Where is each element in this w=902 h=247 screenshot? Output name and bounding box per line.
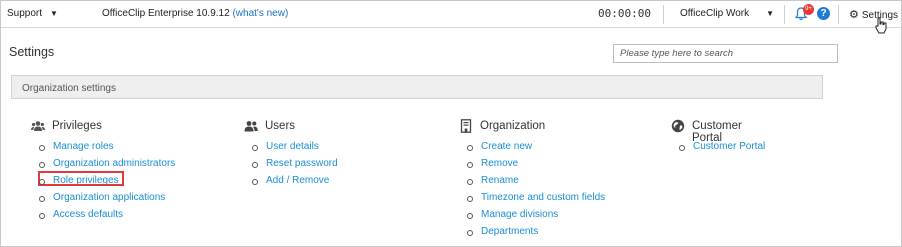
bullet: [467, 162, 473, 168]
globe-icon: [671, 119, 685, 133]
bullet: [679, 145, 685, 151]
app-window: Support ▼ OfficeClip Enterprise 10.9.12 (…: [0, 0, 902, 247]
bullet: [467, 213, 473, 219]
user-details-link[interactable]: User details: [266, 141, 319, 152]
page-title: Settings: [9, 45, 55, 59]
list-item[interactable]: Departments: [467, 226, 605, 243]
users-title: Users: [265, 120, 296, 132]
remove-link[interactable]: Remove: [481, 158, 518, 169]
organization-title: Organization: [480, 120, 546, 132]
users-group-icon: [31, 121, 45, 131]
divider: [784, 5, 785, 24]
access-defaults-link[interactable]: Access defaults: [53, 209, 123, 220]
product-name: OfficeClip Enterprise 10.9.12: [102, 8, 230, 19]
caret-down-icon: ▼: [766, 9, 774, 18]
timezone-custom-fields-link[interactable]: Timezone and custom fields: [481, 192, 605, 203]
bullet: [252, 145, 258, 151]
organization-applications-link[interactable]: Organization applications: [53, 192, 165, 203]
bullet: [39, 179, 45, 185]
divider: [838, 5, 839, 24]
list-item[interactable]: Customer Portal: [679, 141, 765, 158]
clock-display: 00:00:00: [598, 7, 651, 20]
manage-roles-link[interactable]: Manage roles: [53, 141, 114, 152]
manage-divisions-link[interactable]: Manage divisions: [481, 209, 558, 220]
gear-icon: ⚙: [849, 9, 859, 21]
bullet: [467, 196, 473, 202]
product-info: OfficeClip Enterprise 10.9.12 (what's ne…: [102, 8, 288, 19]
bullet: [467, 145, 473, 151]
bullet: [39, 213, 45, 219]
workspace-label: OfficeClip Work: [680, 8, 750, 19]
list-item[interactable]: Access defaults: [39, 209, 175, 226]
bullet: [39, 196, 45, 202]
organization-list: Create new Remove Rename Timezone and cu…: [467, 141, 605, 243]
reset-password-link[interactable]: Reset password: [266, 158, 338, 169]
caret-down-icon: ▼: [50, 9, 58, 18]
users-icon: [244, 121, 258, 132]
top-bar: Support ▼ OfficeClip Enterprise 10.9.12 (…: [1, 1, 901, 34]
bullet: [252, 162, 258, 168]
bullet: [39, 145, 45, 151]
highlight-box: [38, 171, 124, 186]
workspace-selector[interactable]: OfficeClip Work ▼: [680, 8, 774, 19]
customer-portal-link[interactable]: Customer Portal: [693, 141, 765, 152]
list-item[interactable]: Manage divisions: [467, 209, 605, 226]
list-item[interactable]: Reset password: [252, 158, 338, 175]
whats-new-link[interactable]: (what's new): [232, 8, 288, 19]
help-icon[interactable]: ?: [817, 7, 830, 20]
list-item[interactable]: Organization applications: [39, 192, 175, 209]
list-item[interactable]: Manage roles: [39, 141, 175, 158]
list-item[interactable]: Rename: [467, 175, 605, 192]
list-item[interactable]: Add / Remove: [252, 175, 338, 192]
organization-settings-bar: Organization settings: [11, 75, 823, 99]
privileges-list: Manage roles Organization administrators…: [38, 141, 175, 226]
support-menu[interactable]: Support ▼: [7, 8, 58, 19]
add-remove-link[interactable]: Add / Remove: [266, 175, 329, 186]
list-item[interactable]: Remove: [467, 158, 605, 175]
organization-administrators-link[interactable]: Organization administrators: [53, 158, 175, 169]
create-new-link[interactable]: Create new: [481, 141, 532, 152]
building-icon: [460, 119, 472, 133]
privileges-title: Privileges: [52, 120, 102, 132]
rename-link[interactable]: Rename: [481, 175, 519, 186]
support-label: Support: [7, 8, 43, 19]
bullet: [39, 162, 45, 168]
list-item[interactable]: User details: [252, 141, 338, 158]
list-item[interactable]: Timezone and custom fields: [467, 192, 605, 209]
list-item[interactable]: Create new: [467, 141, 605, 158]
hand-cursor-icon: [875, 17, 887, 34]
customer-portal-list: Customer Portal: [679, 141, 765, 158]
search-input[interactable]: [613, 44, 838, 63]
divider: [663, 5, 664, 24]
bullet: [467, 179, 473, 185]
list-item[interactable]: Role privileges: [38, 171, 175, 192]
org-bar-label: Organization settings: [22, 83, 116, 94]
notification-badge: 9+: [803, 4, 814, 15]
bullet: [252, 179, 258, 185]
bullet: [467, 230, 473, 236]
users-list: User details Reset password Add / Remove: [252, 141, 338, 192]
departments-link[interactable]: Departments: [481, 226, 538, 237]
